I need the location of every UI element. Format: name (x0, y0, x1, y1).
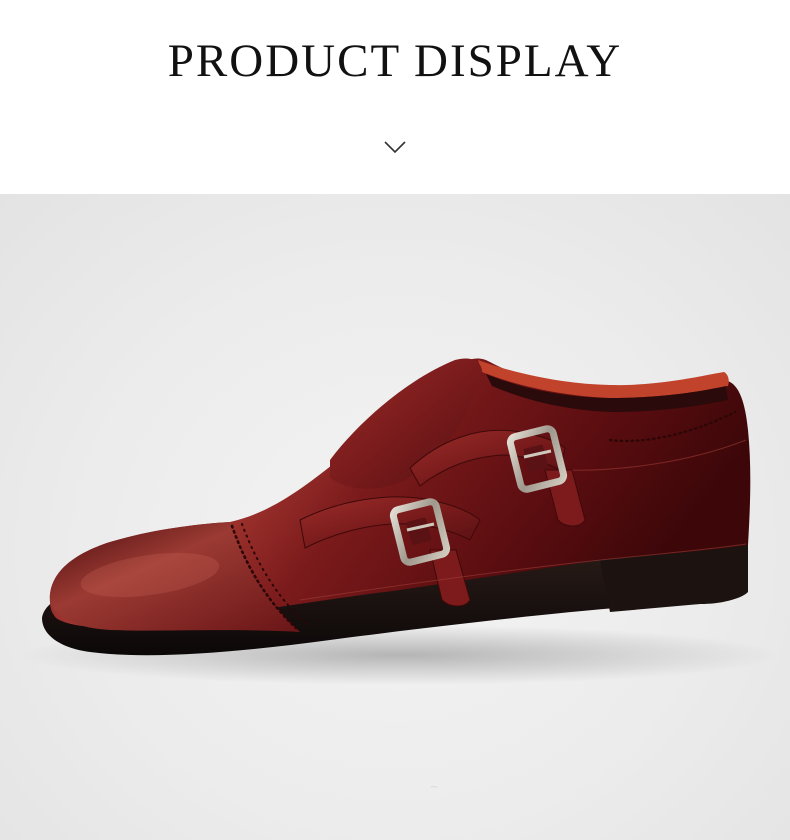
page-title: PRODUCT DISPLAY (167, 35, 623, 87)
product-image: ~ (0, 194, 790, 840)
shoe-photo: ~ (20, 358, 780, 793)
image-watermark: ~ (430, 782, 438, 793)
chevron-down-icon[interactable] (383, 139, 407, 155)
header-section: PRODUCT DISPLAY (0, 0, 790, 194)
